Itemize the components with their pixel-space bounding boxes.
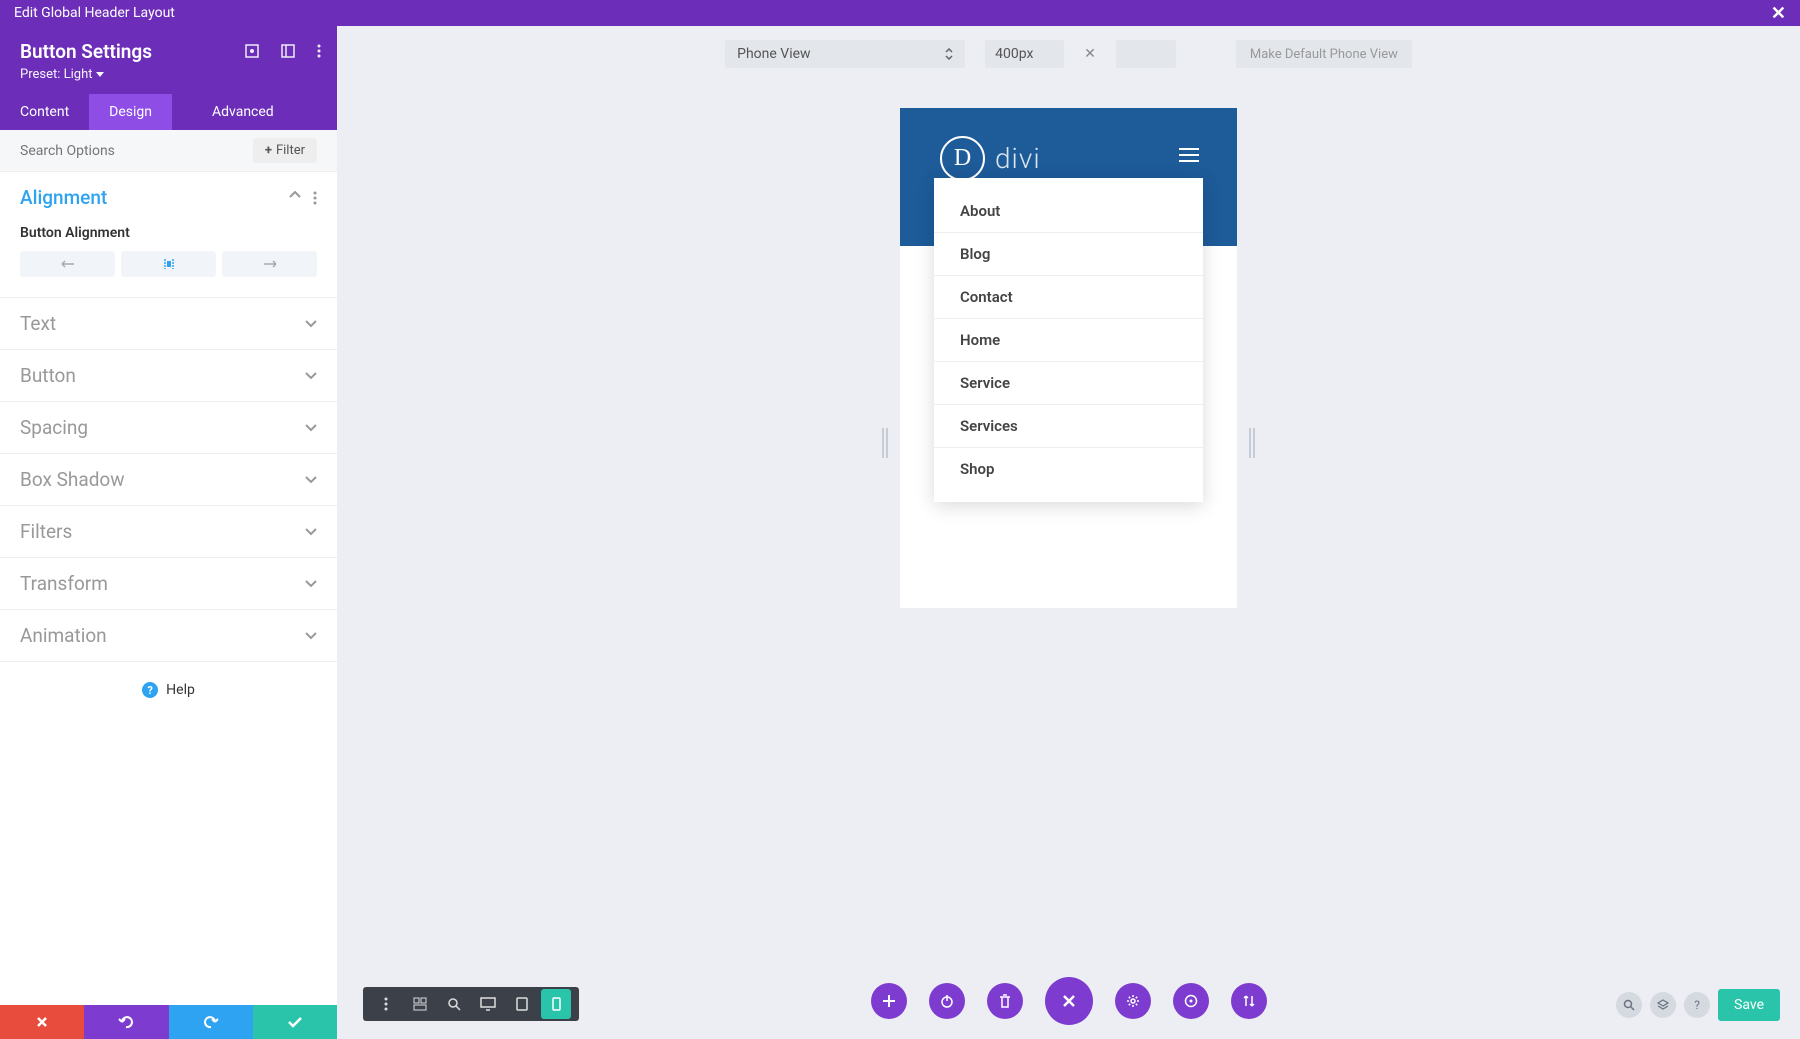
gear-icon[interactable] [1115,983,1151,1019]
width-input[interactable] [985,40,1064,68]
chevron-down-icon [305,476,317,484]
logo[interactable]: D divi [940,136,1041,181]
dimension-x-icon: ✕ [1084,46,1096,62]
align-center-button[interactable] [121,251,216,277]
section-more-icon[interactable] [313,191,317,205]
logo-circle: D [940,136,985,181]
chevron-down-icon [305,372,317,380]
resize-handle-left[interactable] [882,428,888,458]
chevron-down-icon [305,424,317,432]
settings-tabs: Content Design Advanced [0,94,337,130]
chevron-down-icon [305,528,317,536]
settings-sidebar: Button Settings Preset: Light Content De… [0,26,337,1039]
panel-icon[interactable] [281,44,295,58]
hamburger-icon[interactable] [1179,144,1199,166]
sort-icon[interactable] [1231,983,1267,1019]
section-animation[interactable]: Animation [0,610,337,662]
desktop-icon[interactable] [473,989,503,1019]
chevron-down-icon [96,72,104,78]
add-button[interactable] [871,983,907,1019]
phone-preview: D divi About Blog Contact Home Service S… [900,108,1237,608]
search-circle-icon[interactable] [1616,992,1642,1018]
menu-item-shop[interactable]: Shop [934,448,1203,490]
zoom-icon[interactable] [439,989,469,1019]
preview-area: Phone View ✕ Make Default Phone View D d… [337,26,1800,1039]
view-selector[interactable]: Phone View [725,40,965,68]
search-input[interactable] [20,143,253,159]
menu-item-services[interactable]: Services [934,405,1203,448]
undo-button[interactable] [84,1005,168,1039]
section-box-shadow[interactable]: Box Shadow [0,454,337,506]
bottom-right-controls: ? Save [1616,989,1780,1021]
filter-label: Filter [276,143,305,158]
sidebar-header: Button Settings Preset: Light [0,26,337,94]
clock-icon[interactable] [1173,983,1209,1019]
power-icon[interactable] [929,983,965,1019]
chevron-down-icon [305,580,317,588]
wireframe-icon[interactable] [405,989,435,1019]
close-icon[interactable]: ✕ [1771,3,1786,24]
phone-header: D divi About Blog Contact Home Service S… [900,108,1237,246]
menu-item-contact[interactable]: Contact [934,276,1203,319]
trash-icon[interactable] [987,983,1023,1019]
help-label: Help [166,682,195,698]
menu-item-service[interactable]: Service [934,362,1203,405]
select-arrows-icon [945,48,953,60]
help-icon: ? [142,682,158,698]
expand-icon[interactable] [245,44,259,58]
alignment-title[interactable]: Alignment [20,186,107,209]
chevron-up-icon[interactable] [289,191,301,205]
layers-circle-icon[interactable] [1650,992,1676,1018]
sidebar-footer [0,1005,337,1039]
help-circle-icon[interactable]: ? [1684,992,1710,1018]
confirm-button[interactable] [253,1005,337,1039]
section-spacing[interactable]: Spacing [0,402,337,454]
menu-item-about[interactable]: About [934,190,1203,233]
filter-button[interactable]: + Filter [253,138,317,163]
preview-controls: Phone View ✕ Make Default Phone View [337,26,1800,82]
section-filters[interactable]: Filters [0,506,337,558]
preset-selector[interactable]: Preset: Light [20,67,104,82]
logo-text: divi [995,142,1041,175]
tab-advanced[interactable]: Advanced [192,94,294,130]
chevron-down-icon [305,632,317,640]
align-left-button[interactable] [20,251,115,277]
section-button[interactable]: Button [0,350,337,402]
alignment-options [20,251,317,277]
help-row[interactable]: ? Help [0,662,337,718]
action-circles [871,977,1267,1025]
height-input[interactable] [1116,40,1176,68]
view-toolbar [363,987,579,1021]
section-transform[interactable]: Transform [0,558,337,610]
make-default-button[interactable]: Make Default Phone View [1236,40,1412,68]
more-icon[interactable] [317,44,321,58]
top-bar-title: Edit Global Header Layout [14,5,175,21]
tab-content[interactable]: Content [0,94,89,130]
phone-icon[interactable] [541,989,571,1019]
section-text[interactable]: Text [0,298,337,350]
menu-item-blog[interactable]: Blog [934,233,1203,276]
menu-dropdown: About Blog Contact Home Service Services… [934,178,1203,502]
toolbar-more-icon[interactable] [371,989,401,1019]
view-label: Phone View [737,46,810,62]
menu-item-home[interactable]: Home [934,319,1203,362]
resize-handle-right[interactable] [1249,428,1255,458]
top-bar: Edit Global Header Layout ✕ [0,0,1800,26]
redo-button[interactable] [169,1005,253,1039]
alignment-section: Alignment Button Alignment [0,172,337,298]
button-alignment-label: Button Alignment [20,225,317,241]
align-right-button[interactable] [222,251,317,277]
close-button[interactable] [1045,977,1093,1025]
tablet-icon[interactable] [507,989,537,1019]
search-row: + Filter [0,130,337,172]
tab-design[interactable]: Design [89,94,172,130]
save-button[interactable]: Save [1718,989,1780,1021]
discard-button[interactable] [0,1005,84,1039]
chevron-down-icon [305,320,317,328]
preset-label: Preset: Light [20,67,92,82]
